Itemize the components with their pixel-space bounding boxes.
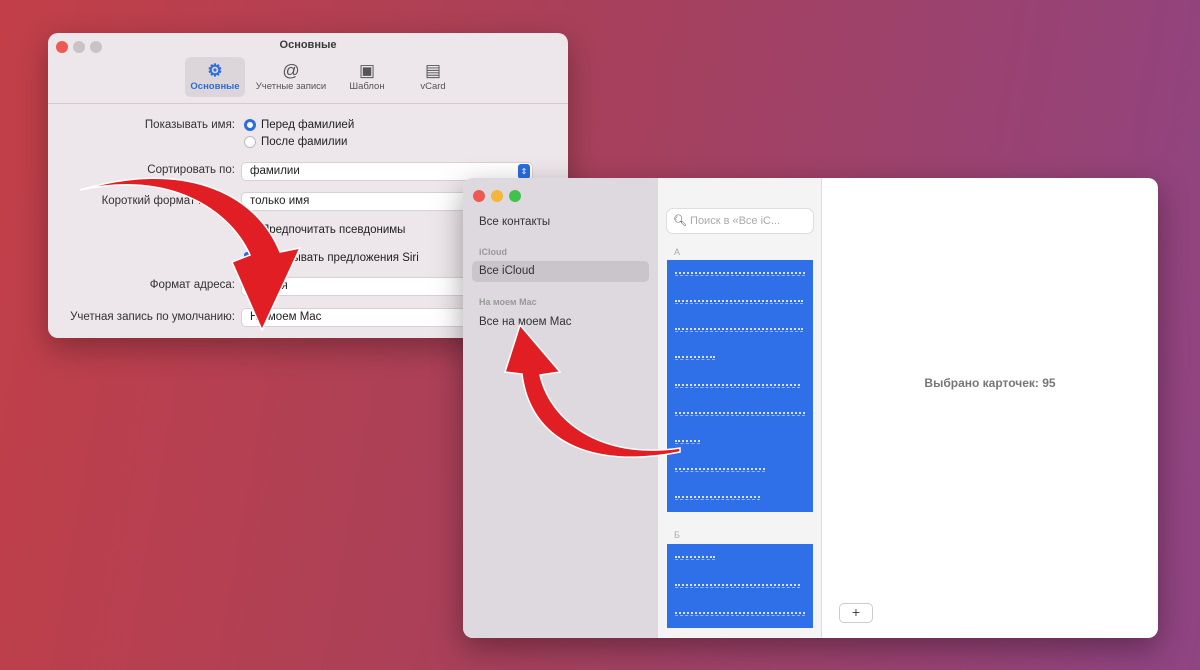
contact-row[interactable] [667,456,813,484]
blurred-name [675,300,803,304]
tab-accounts[interactable]: @ Учетные записи [251,57,331,97]
short-name-label: Короткий формат имени: [101,195,235,207]
contacts-window: Все контакты iCloud Все iCloud На моем M… [463,178,1158,638]
contact-row[interactable] [667,316,813,344]
blurred-name [675,384,800,388]
template-icon: ▣ [358,61,376,80]
zoom-button[interactable] [509,190,521,202]
tab-vcard[interactable]: ▤ vCard [403,57,463,97]
contact-row[interactable] [667,428,813,456]
search-input[interactable]: 🔍︎ Поиск в «Все iC... [667,209,813,233]
contact-group [667,544,813,628]
search-placeholder: Поиск в «Все iC... [690,215,781,227]
tab-template[interactable]: ▣ Шаблон [337,57,397,97]
detail-pane: Выбрано карточек: 95 + [822,178,1158,638]
blurred-name [675,412,805,416]
default-account-label: Учетная запись по умолчанию: [70,311,235,323]
blurred-name [675,272,805,276]
section-header: А [674,247,681,257]
show-name-label: Показывать имя: [144,119,235,131]
contact-list: 🔍︎ Поиск в «Все iC... А Б [658,178,822,638]
window-title: Основные [279,39,337,51]
contact-row[interactable] [667,288,813,316]
gear-icon: ⚙ [207,61,223,80]
radio-before-surname[interactable]: Перед фамилией [244,119,354,131]
sidebar-item-all-on-mac[interactable]: Все на моем Mac [472,312,649,333]
contact-row[interactable] [667,600,813,628]
close-button[interactable] [473,190,485,202]
short-name-value: только имя [250,195,310,207]
tab-label: vCard [420,81,446,92]
vcard-icon: ▤ [424,61,442,80]
tab-general[interactable]: ⚙ Основные [185,57,245,97]
siri-suggestions-checkbox[interactable]: ✓ Показывать предложения Siri [244,252,419,264]
section-header: Б [674,530,680,540]
default-account-value: На моем Mac [250,311,322,323]
selected-count: Выбрано карточек: 95 [924,376,1056,390]
prefer-nicknames-checkbox[interactable]: ✓ Предпочитать псевдонимы [244,224,405,236]
contact-row[interactable] [667,372,813,400]
checkbox-label: Предпочитать псевдонимы [261,224,406,236]
divider [48,103,568,104]
sidebar-item-all-icloud[interactable]: Все iCloud [472,261,649,282]
blurred-name [675,612,805,616]
sidebar-header-mac: На моем Mac [479,297,537,307]
sort-label: Сортировать по: [147,164,235,176]
blurred-name [675,468,765,472]
sidebar-item-all-contacts[interactable]: Все контакты [472,212,649,233]
contact-row[interactable] [667,344,813,372]
address-format-label: Формат адреса: [149,279,235,291]
contact-row[interactable] [667,572,813,600]
sidebar-header-icloud: iCloud [479,247,507,257]
blurred-name [675,356,715,360]
blurred-name [675,556,715,560]
sidebar: Все контакты iCloud Все iCloud На моем M… [463,178,658,638]
blurred-name [675,328,803,332]
address-format-value: Россия [250,280,288,292]
sort-value: фамилии [250,165,300,177]
search-icon: 🔍︎ [673,215,687,227]
contact-row[interactable] [667,484,813,512]
radio-label: Перед фамилией [261,119,355,131]
at-icon: @ [282,61,300,80]
minimize-button[interactable] [491,190,503,202]
tab-label: Шаблон [349,81,385,92]
contact-row[interactable] [667,400,813,428]
tab-label: Основные [190,81,240,92]
blurred-name [675,440,700,444]
radio-label: После фамилии [261,136,348,148]
tab-label: Учетные записи [255,81,327,92]
radio-after-surname[interactable]: После фамилии [244,136,347,148]
contact-row[interactable] [667,544,813,572]
add-button[interactable]: + [840,604,872,622]
contact-row[interactable] [667,260,813,288]
contact-group [667,260,813,512]
checkbox-label: Показывать предложения Siri [261,252,419,264]
blurred-name [675,496,760,500]
chevron-updown-icon: ⇕ [518,164,530,179]
blurred-name [675,584,800,588]
